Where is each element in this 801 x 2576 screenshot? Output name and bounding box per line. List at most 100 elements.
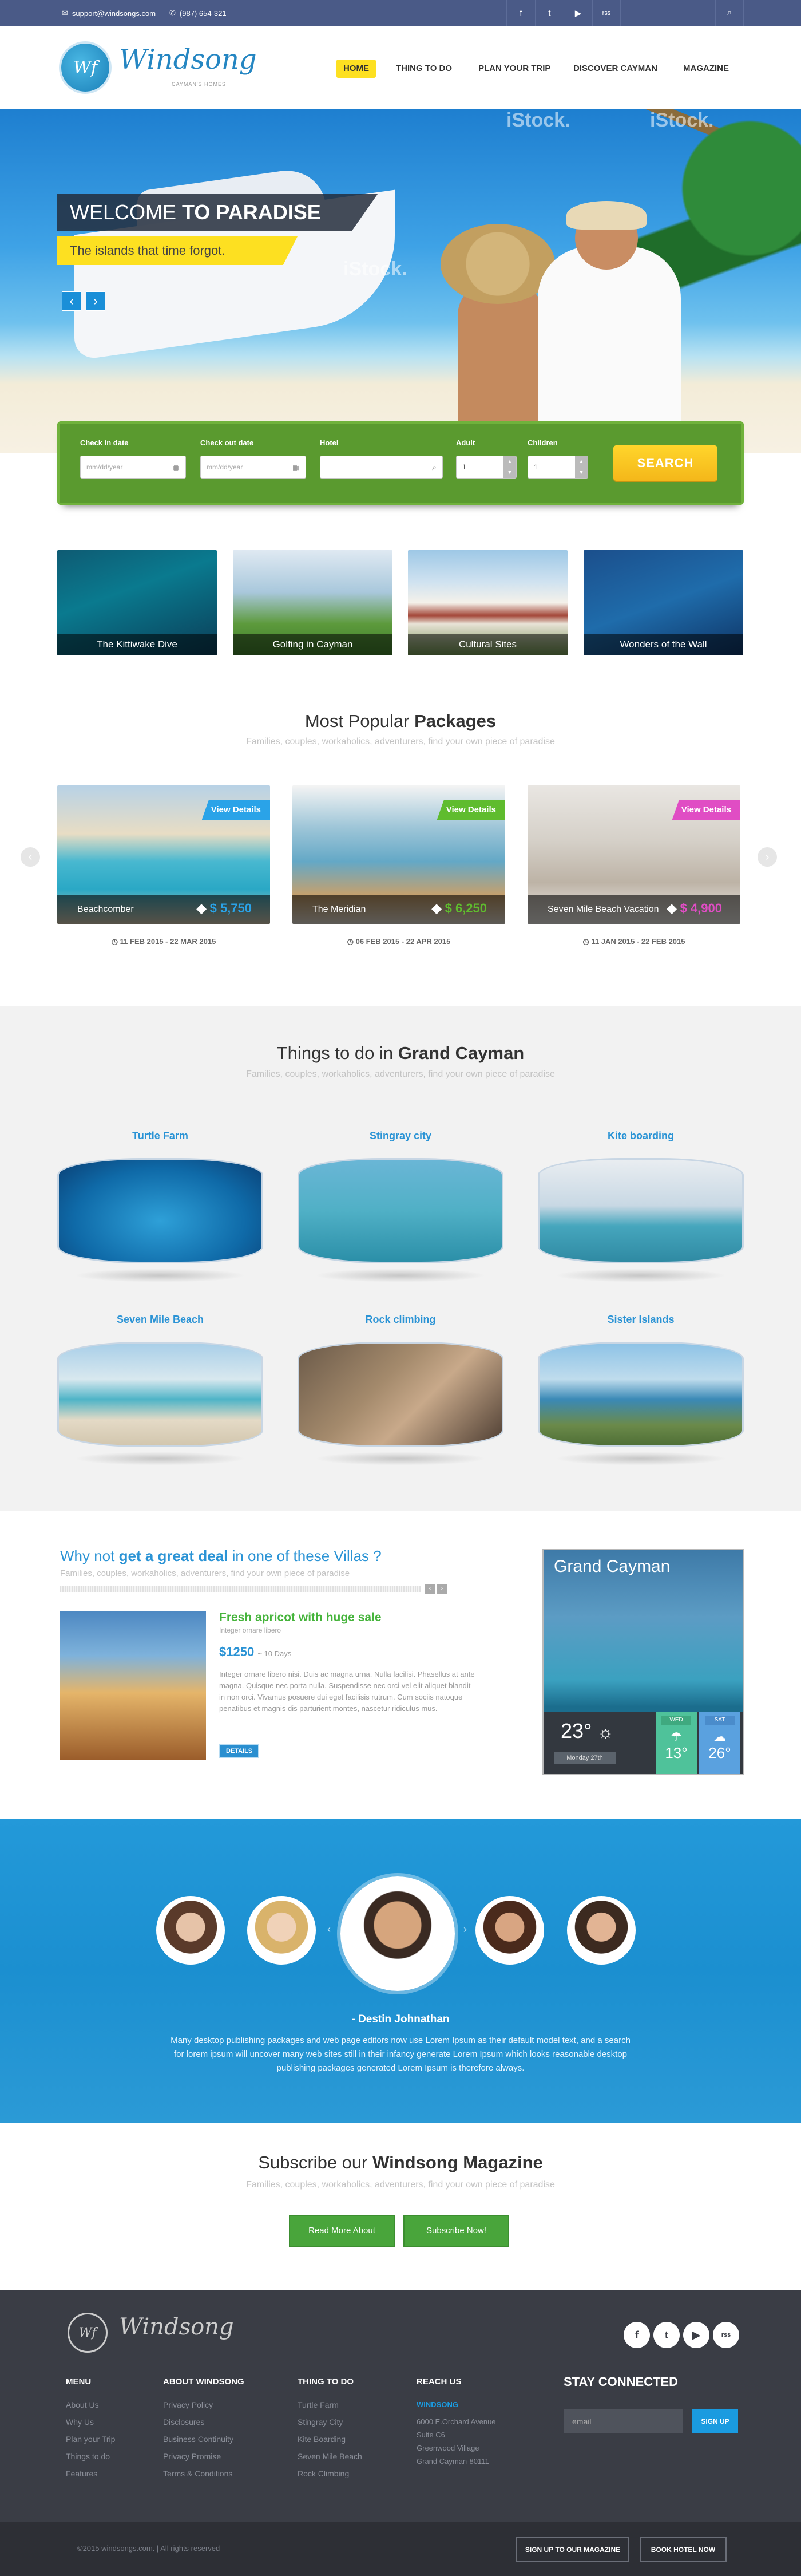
email-contact[interactable]: ✉ support@windsongs.com: [62, 9, 156, 18]
logo-text[interactable]: Windsong: [119, 44, 257, 76]
calendar-icon[interactable]: ▦: [292, 456, 300, 478]
footer-link[interactable]: Why Us: [66, 2417, 94, 2427]
forecast-wed[interactable]: WED ☂ 13°: [656, 1712, 697, 1774]
next-testimonial-icon[interactable]: ›: [463, 1923, 467, 1935]
nav-magazine[interactable]: MAGAZINE: [676, 60, 736, 78]
thing-image-seven-mile-beach[interactable]: [57, 1342, 263, 1447]
price-value: $ 6,250: [445, 901, 487, 915]
footer-link[interactable]: Plan your Trip: [66, 2435, 115, 2444]
checkout-input[interactable]: mm/dd/year ▦: [200, 456, 306, 479]
stepper-arrows-icon[interactable]: ▲ ▼: [503, 456, 516, 478]
footer-link[interactable]: Stingray City: [298, 2417, 343, 2427]
thing-image-stingray-city[interactable]: [298, 1158, 503, 1263]
nav-thing-to-do[interactable]: THING TO DO: [389, 60, 459, 78]
read-more-button[interactable]: Read More About: [289, 2215, 395, 2247]
nav-discover-cayman[interactable]: DISCOVER CAYMAN: [566, 60, 664, 78]
prev-slide-arrow[interactable]: ‹: [62, 291, 81, 311]
checkin-input[interactable]: mm/dd/year ▦: [80, 456, 186, 479]
youtube-icon[interactable]: ▶: [564, 0, 592, 26]
avatar[interactable]: [156, 1896, 225, 1965]
footer-link[interactable]: Seven Mile Beach: [298, 2452, 362, 2461]
calendar-icon[interactable]: ▦: [172, 456, 180, 478]
package-card[interactable]: View Details Seven Mile Beach Vacation ◆…: [528, 785, 740, 924]
package-card[interactable]: View Details Beachcomber ◆ $ 5,750: [57, 785, 270, 924]
magazine-signup-button[interactable]: SIGN UP TO OUR MAGAZINE: [516, 2537, 629, 2562]
deal-heading[interactable]: Fresh apricot with huge sale: [219, 1611, 382, 1625]
deal-next-icon[interactable]: ›: [437, 1584, 447, 1594]
footer-link[interactable]: Disclosures: [163, 2417, 204, 2427]
prev-testimonial-icon[interactable]: ‹: [327, 1923, 331, 1935]
children-stepper[interactable]: 1 ▲ ▼: [528, 456, 588, 479]
thing-image-turtle-farm[interactable]: [57, 1158, 263, 1263]
tile-wonders-wall[interactable]: Wonders of the Wall: [584, 550, 743, 655]
footer-link[interactable]: Privacy Promise: [163, 2452, 221, 2461]
phone-icon: ✆: [169, 9, 176, 17]
subscribe-subtitle: Families, couples, workaholics, adventur…: [246, 2180, 555, 2190]
footer-link[interactable]: Turtle Farm: [298, 2400, 339, 2409]
newsletter-email-input[interactable]: email: [564, 2409, 683, 2433]
tile-golfing[interactable]: Golfing in Cayman: [233, 550, 392, 655]
forecast-temp: 26°: [708, 1744, 731, 1761]
tile-kittiwake-dive[interactable]: The Kittiwake Dive: [57, 550, 217, 655]
next-slide-arrow[interactable]: ›: [86, 291, 105, 311]
phone-contact[interactable]: ✆ (987) 654-321: [169, 9, 227, 18]
thing-title[interactable]: Rock climbing: [298, 1314, 503, 1326]
thing-image-kite-boarding[interactable]: [538, 1158, 744, 1263]
thing-image-rock-climbing[interactable]: [298, 1342, 503, 1447]
rss-icon[interactable]: rss: [713, 2322, 739, 2348]
nav-plan-your-trip[interactable]: PLAN YOUR TRIP: [471, 60, 557, 78]
tile-cultural-sites[interactable]: Cultural Sites: [408, 550, 568, 655]
search-icon[interactable]: ⌕: [715, 0, 744, 26]
forecast-sat[interactable]: SAT ☁ 26°: [699, 1712, 740, 1774]
book-hotel-button[interactable]: BOOK HOTEL NOW: [640, 2537, 727, 2562]
twitter-icon[interactable]: t: [653, 2322, 680, 2348]
view-details-button[interactable]: View Details: [201, 800, 270, 820]
nav-home[interactable]: HOME: [336, 60, 376, 78]
deal-price-unit: ~ 10 Days: [257, 1649, 292, 1658]
footer-logo-mark[interactable]: Wf: [68, 2313, 108, 2353]
villa-image[interactable]: [60, 1611, 206, 1760]
carousel-next-icon[interactable]: ›: [758, 847, 777, 867]
footer-link[interactable]: Rock Climbing: [298, 2469, 349, 2478]
footer-address-line: 6000 E.Orchard Avenue: [417, 2417, 496, 2426]
footer-link[interactable]: Features: [66, 2469, 97, 2478]
footer-logo-text[interactable]: Windsong: [119, 2314, 234, 2340]
avatar[interactable]: [567, 1896, 636, 1965]
footer-link[interactable]: Privacy Policy: [163, 2400, 213, 2409]
details-button[interactable]: DETAILS: [219, 1744, 260, 1758]
newsletter-signup-button[interactable]: SIGN UP: [692, 2409, 738, 2433]
thing-title[interactable]: Seven Mile Beach: [57, 1314, 263, 1326]
subscribe-now-button[interactable]: Subscribe Now!: [403, 2215, 509, 2247]
deal-prev-icon[interactable]: ‹: [425, 1584, 435, 1594]
search-button[interactable]: SEARCH: [613, 445, 717, 481]
adult-stepper[interactable]: 1 ▲ ▼: [456, 456, 517, 479]
footer-link[interactable]: Kite Boarding: [298, 2435, 346, 2444]
facebook-icon[interactable]: f: [624, 2322, 650, 2348]
thing-image-sister-islands[interactable]: [538, 1342, 744, 1447]
checkin-placeholder: mm/dd/year: [86, 463, 123, 471]
footer-link[interactable]: About Us: [66, 2400, 99, 2409]
tile-caption: Cultural Sites: [408, 634, 568, 655]
avatar-active[interactable]: [340, 1876, 455, 1991]
package-card[interactable]: View Details The Meridian ◆ $ 6,250: [292, 785, 505, 924]
view-details-button[interactable]: View Details: [437, 800, 505, 820]
thing-title[interactable]: Sister Islands: [538, 1314, 744, 1326]
footer-link[interactable]: Business Continuity: [163, 2435, 233, 2444]
avatar[interactable]: [475, 1896, 544, 1965]
image-shadow: [74, 1269, 246, 1282]
twitter-icon[interactable]: t: [535, 0, 564, 26]
avatar[interactable]: [247, 1896, 316, 1965]
carousel-prev-icon[interactable]: ‹: [21, 847, 40, 867]
thing-title[interactable]: Kite boarding: [538, 1130, 744, 1142]
view-details-button[interactable]: View Details: [672, 800, 740, 820]
thing-title[interactable]: Turtle Farm: [57, 1130, 263, 1142]
footer-link[interactable]: Terms & Conditions: [163, 2469, 232, 2478]
stepper-arrows-icon[interactable]: ▲ ▼: [575, 456, 588, 478]
facebook-icon[interactable]: f: [506, 0, 535, 26]
thing-title[interactable]: Stingray city: [298, 1130, 503, 1142]
youtube-icon[interactable]: ▶: [683, 2322, 709, 2348]
footer-link[interactable]: Things to do: [66, 2452, 110, 2461]
hotel-input[interactable]: ⌕: [320, 456, 443, 479]
rss-icon[interactable]: rss: [592, 0, 621, 26]
logo-mark[interactable]: Wf: [59, 41, 112, 94]
